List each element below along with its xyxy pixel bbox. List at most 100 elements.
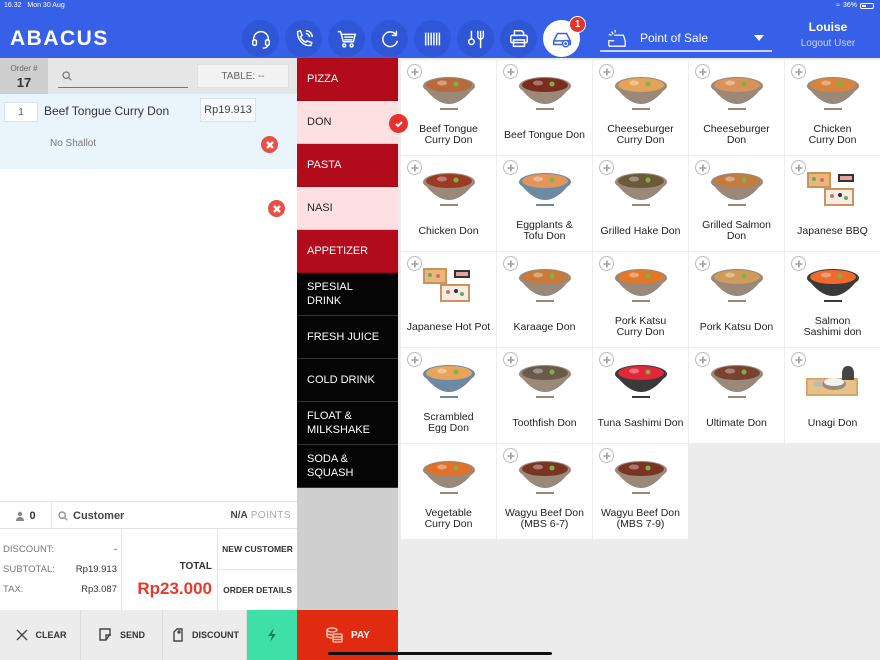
clear-button[interactable]: CLEAR	[0, 610, 81, 660]
product-tile[interactable]: Salmon Sashimi don	[785, 252, 880, 347]
product-tile[interactable]: Grilled Hake Don	[593, 156, 688, 251]
product-tile[interactable]: Wagyu Beef Don (MBS 7-9)	[593, 444, 688, 539]
product-tile[interactable]: Pork Katsu Don	[689, 252, 784, 347]
category-fresh-juice[interactable]: FRESH JUICE	[297, 316, 398, 359]
barcode-button[interactable]	[414, 20, 451, 57]
product-tile[interactable]: Eggplants & Tofu Don	[497, 156, 592, 251]
product-tile[interactable]: Cheeseburger Don	[689, 60, 784, 155]
customer-search[interactable]: Customer	[58, 502, 124, 529]
send-icon	[99, 628, 111, 641]
mode-select-value: Point of Sale	[640, 30, 709, 45]
product-tile[interactable]: Beef Tongue Curry Don	[401, 60, 496, 155]
category-pizza[interactable]: PIZZA	[297, 58, 398, 101]
category-float-milkshake[interactable]: FLOAT & MILKSHAKE	[297, 402, 398, 445]
remove-item-button[interactable]	[268, 200, 285, 217]
total-label: TOTAL	[179, 561, 212, 572]
product-tile[interactable]: Vegetable Curry Don	[401, 444, 496, 539]
product-tile[interactable]: Unagi Don	[785, 348, 880, 443]
discount-label: DISCOUNT	[192, 630, 239, 640]
category-soda-squash[interactable]: SODA & SQUASH	[297, 445, 398, 488]
person-icon	[16, 511, 25, 521]
user-panel: Louise Logout User	[786, 20, 870, 49]
product-tile[interactable]: Chicken Don	[401, 156, 496, 251]
close-icon	[272, 204, 281, 213]
product-tile[interactable]: Toothfish Don	[497, 348, 592, 443]
order-details-button[interactable]: ORDER DETAILS	[218, 569, 297, 609]
category-label: PASTA	[307, 159, 342, 171]
refresh-button[interactable]	[371, 20, 408, 57]
discount-button[interactable]: DISCOUNT	[163, 610, 247, 660]
order-summary: DISCOUNT: - SUBTOTAL: Rp19.913 TAX: Rp3.…	[0, 529, 297, 610]
refresh-icon	[381, 30, 398, 47]
product-tile[interactable]: Tuna Sashimi Don	[593, 348, 688, 443]
category-don[interactable]: DON	[297, 101, 408, 144]
category-cold-drink[interactable]: COLD DRINK	[297, 359, 398, 402]
product-tile[interactable]: Scrambled Egg Don	[401, 348, 496, 443]
kitchen-button[interactable]	[457, 20, 494, 57]
cutlery-icon	[467, 30, 484, 48]
category-label: DON	[307, 116, 332, 128]
send-label: SEND	[119, 630, 145, 640]
item-name: Beef Tongue Curry Don	[44, 104, 170, 118]
chevron-down-icon	[754, 34, 764, 41]
product-tile[interactable]: Japanese Hot Pot	[401, 252, 496, 347]
product-tile[interactable]: Grilled Salmon Don	[689, 156, 784, 251]
mode-select[interactable]: Point of Sale	[600, 25, 772, 52]
order-header: Order # 17 TABLE: --	[0, 58, 297, 94]
category-label: PIZZA	[307, 73, 339, 85]
product-tile[interactable]: Cheeseburger Curry Don	[593, 60, 688, 155]
discount-value: -	[113, 544, 117, 555]
guest-count-button[interactable]: 0	[0, 502, 52, 529]
send-button[interactable]: SEND	[81, 610, 163, 660]
tax-value: Rp3.087	[81, 584, 117, 595]
support-button[interactable]	[242, 20, 279, 57]
product-tile[interactable]: Ultimate Don	[689, 348, 784, 443]
product-tile[interactable]: Chicken Curry Don	[785, 60, 880, 155]
phone-order-button[interactable]	[285, 20, 322, 57]
product-name: Toothfish Don	[512, 416, 577, 429]
print-button[interactable]	[500, 20, 537, 57]
status-indicators: ≈ 36%	[836, 2, 874, 9]
app-logo: ABACUS	[10, 27, 109, 50]
cart-icon	[337, 30, 356, 48]
points-value: N/A	[230, 510, 248, 521]
wifi-icon: ≈	[836, 2, 840, 9]
product-name: Grilled Salmon Don	[702, 219, 771, 242]
category-spesial-drink[interactable]: SPESIAL DRINK	[297, 273, 398, 316]
cart-button[interactable]	[328, 20, 365, 57]
category-label: SPESIAL DRINK	[307, 281, 353, 307]
cash-register-icon	[608, 29, 626, 47]
order-line-item[interactable]: 1 Beef Tongue Curry Don Rp19.913 No Shal…	[0, 94, 297, 217]
new-customer-button[interactable]: NEW CUSTOMER	[218, 529, 297, 569]
order-number: 17	[16, 75, 32, 90]
lightning-icon	[268, 628, 276, 642]
remove-modifier-button[interactable]	[261, 136, 278, 153]
item-quantity[interactable]: 1	[4, 102, 38, 122]
product-search-input[interactable]	[58, 64, 188, 88]
home-indicator[interactable]	[328, 652, 552, 655]
close-icon	[265, 140, 274, 149]
product-name: Wagyu Beef Don (MBS 7-9)	[601, 507, 680, 530]
category-label: APPETIZER	[307, 245, 369, 257]
open-orders-button[interactable]: 1	[543, 16, 586, 57]
product-tile[interactable]: Japanese BBQ	[785, 156, 880, 251]
tax-line: TAX: Rp3.087	[3, 584, 117, 595]
table-select-button[interactable]: TABLE: --	[197, 64, 289, 88]
product-tile[interactable]: Beef Tongue Don	[497, 60, 592, 155]
category-label: SODA & SQUASH	[307, 453, 354, 479]
item-price[interactable]: Rp19.913	[200, 98, 256, 122]
date: Mon 30 Aug	[27, 2, 65, 9]
category-appetizer[interactable]: APPETIZER	[297, 230, 398, 273]
logout-link[interactable]: Logout User	[786, 38, 870, 49]
subtotal-label: SUBTOTAL:	[3, 564, 55, 575]
order-add-icon	[552, 32, 571, 48]
product-tile[interactable]: Karaage Don	[497, 252, 592, 347]
product-tile[interactable]: Wagyu Beef Don (MBS 6-7)	[497, 444, 592, 539]
quick-pay-button[interactable]	[247, 610, 297, 660]
category-nasi[interactable]: NASI	[297, 187, 398, 230]
discount-label: DISCOUNT:	[3, 544, 55, 555]
order-action-bar: CLEAR SEND DISCOUNT	[0, 610, 297, 660]
product-tile[interactable]: Pork Katsu Curry Don	[593, 252, 688, 347]
category-pasta[interactable]: PASTA	[297, 144, 398, 187]
coins-icon	[326, 627, 343, 643]
